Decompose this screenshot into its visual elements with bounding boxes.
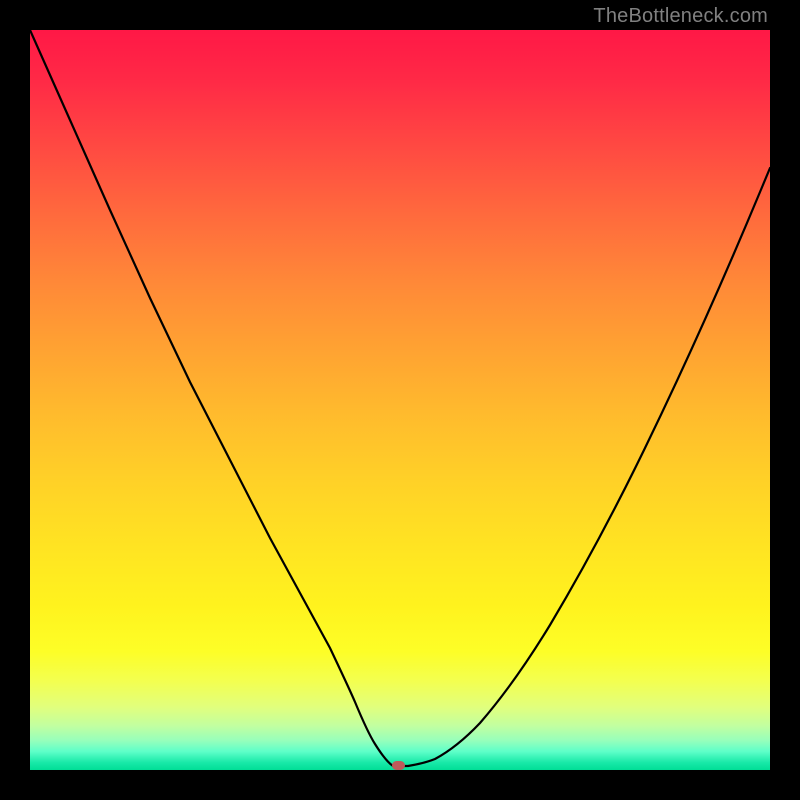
watermark-text: TheBottleneck.com xyxy=(593,5,768,28)
plot-area xyxy=(30,30,770,770)
curve-layer xyxy=(30,30,770,770)
bottleneck-curve xyxy=(30,30,770,766)
minimum-marker xyxy=(392,761,405,770)
chart-frame: TheBottleneck.com xyxy=(0,0,800,800)
